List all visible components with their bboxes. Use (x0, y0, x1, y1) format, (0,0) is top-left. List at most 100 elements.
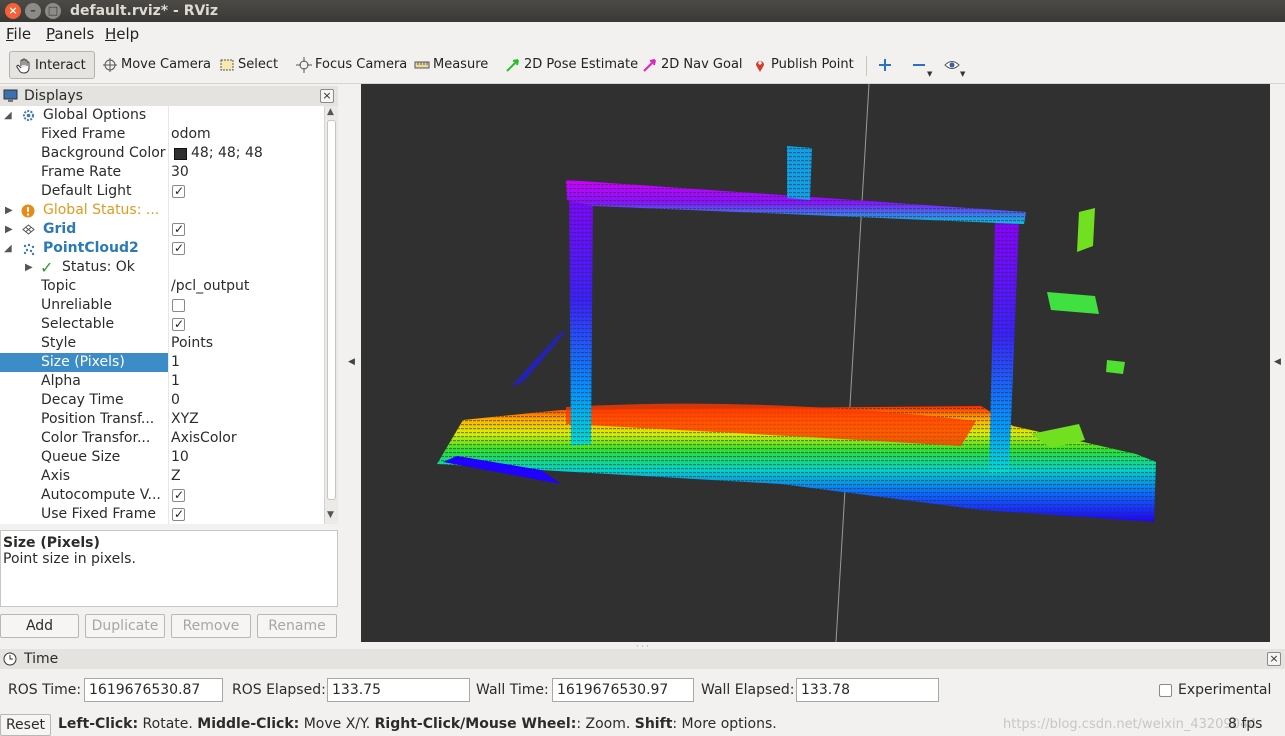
eye-icon (944, 60, 960, 69)
collapsed-arrow-icon[interactable]: ▶ (25, 258, 33, 277)
experimental-checkbox[interactable] (1159, 684, 1172, 697)
experimental-label: Experimental (1178, 682, 1272, 698)
property-description: Size (Pixels) Point size in pixels. (0, 530, 338, 607)
expanded-arrow-icon[interactable]: ◢ (4, 239, 12, 258)
minimize-window-icon[interactable]: – (25, 3, 41, 19)
ros-elapsed-field[interactable]: 133.75 (327, 678, 470, 702)
remove-display-button[interactable]: Remove (171, 614, 251, 638)
collapsed-arrow-icon[interactable]: ▶ (5, 220, 13, 239)
unreliable-checkbox[interactable] (172, 299, 185, 312)
ros-elapsed-label: ROS Elapsed: (232, 682, 326, 698)
2d-pose-estimate-tool-button[interactable]: 2D Pose Estimate (505, 51, 638, 79)
watermark: https://blog.csdn.net/weixin_43209044 (1003, 717, 1257, 732)
tree-row-color-transformer[interactable]: Color Transfor... AxisColor (0, 429, 324, 448)
menu-panels[interactable]: Panels (46, 25, 94, 43)
scroll-up-icon[interactable]: ▲ (327, 107, 334, 117)
wall-time-field[interactable]: 1619676530.97 (552, 678, 694, 702)
rename-display-button[interactable]: Rename (257, 614, 337, 638)
column-divider (168, 106, 169, 524)
menu-help[interactable]: Help (105, 25, 139, 43)
reset-button[interactable]: Reset (0, 714, 51, 736)
grid-enable-checkbox[interactable] (172, 220, 185, 239)
tree-row-style[interactable]: Style Points (0, 334, 324, 353)
tree-row-global-options[interactable]: ◢ Global Options (0, 106, 324, 125)
tree-row-default-light[interactable]: Default Light (0, 182, 324, 201)
view-tool-dropdown-icon[interactable]: ▼ (960, 70, 965, 78)
left-splitter-arrow-icon[interactable]: ◀ (348, 357, 355, 367)
tree-row-global-status[interactable]: ▶ Global Status: ... (0, 201, 324, 220)
tree-row-selectable[interactable]: Selectable (0, 315, 324, 334)
point-cloud-render (437, 84, 1156, 642)
tree-row-unreliable[interactable]: Unreliable (0, 296, 324, 315)
tree-row-topic[interactable]: Topic /pcl_output (0, 277, 324, 296)
focus-camera-tool-button[interactable]: Focus Camera (296, 51, 407, 79)
fps-readout: 8 fps (1228, 716, 1263, 732)
close-time-panel-icon[interactable]: × (1267, 652, 1281, 666)
default-light-checkbox[interactable] (172, 182, 185, 201)
tree-row-pointcloud2[interactable]: ◢ PointCloud2 (0, 239, 324, 258)
add-display-button[interactable]: Add (0, 614, 79, 638)
add-tool-button[interactable] (877, 51, 896, 79)
wall-elapsed-field[interactable]: 133.78 (796, 678, 939, 702)
select-tool-button[interactable]: Select (219, 51, 278, 79)
move-camera-icon (103, 57, 117, 72)
ruler-icon (414, 61, 430, 68)
tree-row-background-color[interactable]: Background Color 48; 48; 48 (0, 144, 324, 163)
menu-file[interactable]: File (6, 25, 31, 43)
ros-time-label: ROS Time: (8, 682, 82, 698)
title-bar: × – □ default.rviz* - RViz (0, 0, 1285, 22)
warning-icon (21, 204, 35, 218)
tree-row-status-ok[interactable]: ▶ ✓ Status: Ok (0, 258, 324, 277)
window-title: default.rviz* - RViz (70, 3, 219, 19)
tree-row-axis[interactable]: Axis Z (0, 467, 324, 486)
tree-row-decay-time[interactable]: Decay Time 0 (0, 391, 324, 410)
duplicate-display-button[interactable]: Duplicate (85, 614, 165, 638)
maximize-window-icon[interactable]: □ (45, 3, 61, 19)
measure-tool-button[interactable]: Measure (414, 51, 488, 79)
description-title: Size (Pixels) (3, 535, 100, 551)
status-bar: Reset Left-Click: Rotate. Middle-Click: … (0, 713, 1285, 736)
wall-time-label: Wall Time: (476, 682, 549, 698)
clock-icon (3, 652, 17, 666)
tree-row-queue-size[interactable]: Queue Size 10 (0, 448, 324, 467)
close-window-icon[interactable]: × (5, 3, 21, 19)
hand-icon (16, 58, 30, 74)
scroll-down-icon[interactable]: ▼ (327, 510, 334, 520)
collapsed-arrow-icon[interactable]: ▶ (5, 201, 13, 220)
3d-viewport[interactable] (361, 84, 1270, 642)
tree-row-fixed-frame[interactable]: Fixed Frame odom (0, 125, 324, 144)
tree-row-size-pixels[interactable]: Size (Pixels) 1 (0, 353, 324, 372)
close-displays-panel-icon[interactable]: × (320, 89, 334, 103)
tree-row-autocompute-value-bounds[interactable]: Autocompute V... (0, 486, 324, 505)
displays-panel-title: Displays × (0, 86, 338, 106)
use-fixed-frame-checkbox[interactable] (172, 505, 185, 524)
checkmark-icon: ✓ (40, 258, 54, 277)
toolbar-separator (866, 56, 867, 76)
move-camera-tool-button[interactable]: Move Camera (102, 51, 211, 79)
ros-time-field[interactable]: 1619676530.87 (84, 678, 223, 702)
displays-scrollbar[interactable]: ▲ ▼ (324, 106, 338, 524)
pointcloud2-enable-checkbox[interactable] (172, 239, 185, 258)
monitor-icon (3, 89, 18, 102)
color-swatch[interactable] (174, 148, 187, 160)
tree-row-alpha[interactable]: Alpha 1 (0, 372, 324, 391)
2d-nav-goal-tool-button[interactable]: 2D Nav Goal (642, 51, 743, 79)
gear-icon (23, 110, 34, 121)
tree-row-frame-rate[interactable]: Frame Rate 30 (0, 163, 324, 182)
scrollbar-thumb[interactable] (327, 120, 336, 500)
tree-row-grid[interactable]: ▶ Grid (0, 220, 324, 239)
minus-icon (913, 63, 925, 66)
autocompute-checkbox[interactable] (172, 486, 185, 505)
expanded-arrow-icon[interactable]: ◢ (4, 106, 12, 125)
tree-row-use-fixed-frame[interactable]: Use Fixed Frame (0, 505, 324, 524)
select-icon (220, 59, 234, 70)
magenta-arrow-icon (643, 58, 656, 72)
interact-tool-button[interactable]: Interact (9, 51, 95, 79)
selectable-checkbox[interactable] (172, 315, 185, 334)
remove-tool-dropdown-icon[interactable]: ▼ (927, 70, 932, 78)
plus-icon (879, 58, 891, 71)
publish-point-tool-button[interactable]: Publish Point (752, 51, 854, 79)
tree-row-position-transformer[interactable]: Position Transf... XYZ (0, 410, 324, 429)
right-splitter-arrow-icon[interactable]: ◀ (1274, 357, 1281, 367)
map-pin-icon (756, 60, 764, 72)
